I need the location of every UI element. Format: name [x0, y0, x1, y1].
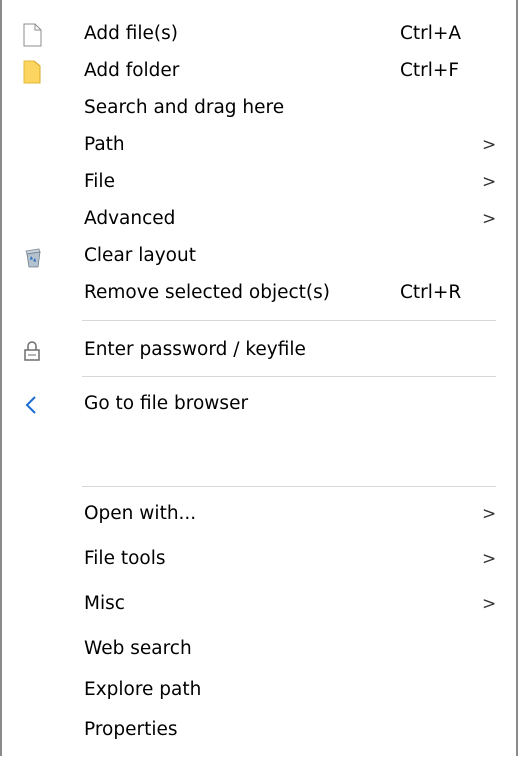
menu-separator — [82, 320, 496, 321]
menu-item-open-with[interactable]: Open with... > — [2, 496, 516, 533]
menu-item-file[interactable]: File > — [2, 164, 516, 201]
menu-item-explore-path[interactable]: Explore path — [2, 672, 516, 709]
menu-item-label: File tools — [84, 548, 166, 569]
menu-item-label: Go to file browser — [84, 393, 249, 414]
file-icon — [20, 23, 44, 47]
submenu-arrow-icon: > — [482, 594, 497, 614]
menu-item-label: Open with... — [84, 503, 197, 524]
menu-item-label: Advanced — [84, 208, 176, 229]
shortcut-label: Ctrl+R — [400, 282, 462, 303]
menu-item-add-files[interactable]: Add file(s) Ctrl+A — [2, 16, 516, 53]
submenu-arrow-icon: > — [482, 135, 497, 155]
menu-item-advanced[interactable]: Advanced > — [2, 201, 516, 238]
menu-item-search-and-drag[interactable]: Search and drag here — [2, 90, 516, 127]
menu-item-label: Add file(s) — [84, 23, 178, 44]
menu-item-properties[interactable]: Properties — [2, 712, 516, 749]
submenu-arrow-icon: > — [482, 172, 497, 192]
menu-item-label: Enter password / keyfile — [84, 339, 306, 360]
folder-icon — [20, 60, 44, 84]
menu-item-path[interactable]: Path > — [2, 127, 516, 164]
menu-item-label: Clear layout — [84, 245, 196, 266]
recycle-bin-icon — [20, 245, 44, 269]
menu-item-label: File — [84, 171, 115, 192]
menu-item-label: Properties — [84, 719, 178, 740]
shortcut-label: Ctrl+A — [400, 23, 462, 44]
menu-item-file-tools[interactable]: File tools > — [2, 541, 516, 578]
menu-separator — [82, 486, 496, 487]
chevron-left-icon — [20, 393, 44, 417]
menu-item-label: Explore path — [84, 679, 202, 700]
submenu-arrow-icon: > — [482, 549, 497, 569]
menu-item-label: Misc — [84, 593, 125, 614]
menu-item-label: Add folder — [84, 60, 180, 81]
menu-item-add-folder[interactable]: Add folder Ctrl+F — [2, 53, 516, 90]
menu-item-label: Web search — [84, 638, 192, 659]
menu-separator — [82, 376, 496, 377]
menu-item-remove-selected[interactable]: Remove selected object(s) Ctrl+R — [2, 275, 516, 312]
menu-item-misc[interactable]: Misc > — [2, 586, 516, 623]
menu-item-label: Remove selected object(s) — [84, 282, 331, 303]
submenu-arrow-icon: > — [482, 209, 497, 229]
shortcut-label: Ctrl+F — [400, 60, 460, 81]
menu-item-label: Search and drag here — [84, 97, 285, 118]
menu-item-label: Path — [84, 134, 125, 155]
menu-item-web-search[interactable]: Web search — [2, 631, 516, 668]
context-menu: Add file(s) Ctrl+A Add folder Ctrl+F Sea… — [0, 0, 518, 756]
menu-item-clear-layout[interactable]: Clear layout — [2, 238, 516, 275]
submenu-arrow-icon: > — [482, 504, 497, 524]
menu-item-go-to-file-browser[interactable]: Go to file browser — [2, 386, 516, 423]
menu-item-enter-password[interactable]: Enter password / keyfile — [2, 332, 516, 369]
lock-icon — [20, 339, 44, 363]
